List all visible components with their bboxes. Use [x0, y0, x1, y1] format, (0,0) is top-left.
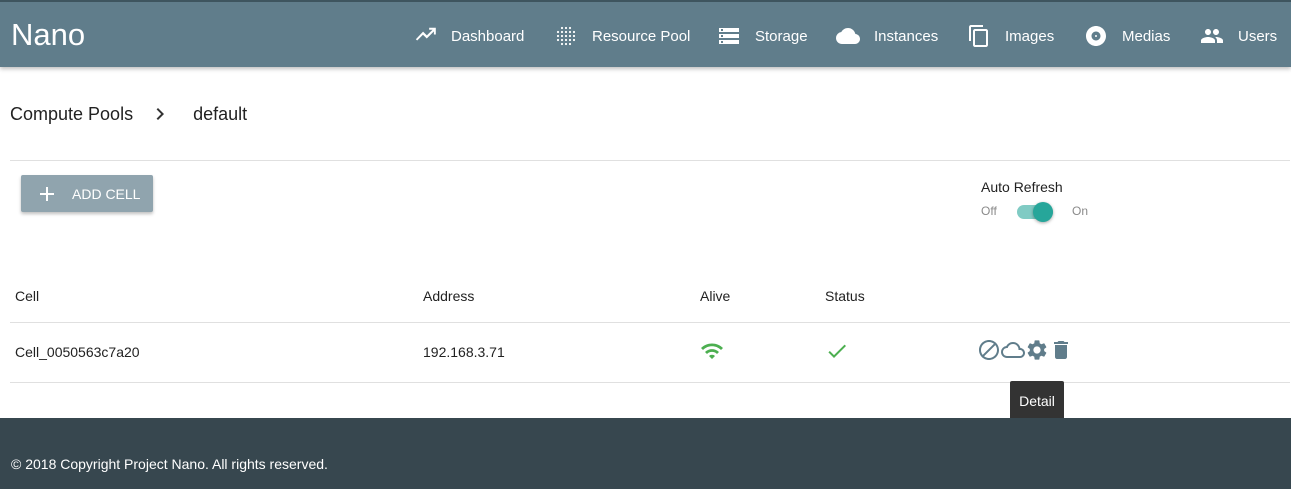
trash-icon[interactable]	[1049, 338, 1073, 362]
nav-label: Instances	[874, 27, 939, 45]
wifi-icon	[700, 339, 724, 363]
disable-icon[interactable]	[977, 338, 1001, 362]
auto-refresh-label: Auto Refresh	[981, 179, 1063, 195]
check-icon	[825, 339, 849, 363]
trending-icon	[413, 24, 437, 48]
switch-on-label: On	[1072, 204, 1089, 218]
nav-medias[interactable]: Medias	[1084, 22, 1170, 50]
storage-icon	[717, 24, 741, 48]
gear-icon[interactable]	[1025, 338, 1049, 362]
nav-dashboard[interactable]: Dashboard	[413, 22, 524, 50]
app-header: Nano Dashboard Resource Pool Storage Ins…	[0, 0, 1291, 67]
nav-label: Images	[1005, 27, 1055, 45]
cloud-icon	[836, 24, 860, 48]
app-brand[interactable]: Nano	[11, 17, 85, 53]
plus-icon	[35, 182, 59, 206]
chevron-right-icon	[148, 102, 172, 126]
nav-resource-pool[interactable]: Resource Pool	[554, 22, 690, 50]
nav-label: Resource Pool	[592, 27, 691, 45]
nav-label: Medias	[1122, 27, 1171, 45]
nav-users[interactable]: Users	[1200, 22, 1277, 50]
grid-dots-icon	[554, 24, 578, 48]
table-header-divider	[10, 322, 1290, 323]
detail-tooltip: Detail	[1010, 381, 1064, 420]
auto-refresh-toggle[interactable]	[1017, 201, 1057, 223]
nav-instances[interactable]: Instances	[836, 22, 938, 50]
nav-label: Storage	[755, 27, 808, 45]
cloud-outline-icon[interactable]	[1001, 338, 1025, 362]
page-footer: © 2018 Copyright Project Nano. All right…	[0, 418, 1291, 489]
add-cell-label: ADD CELL	[72, 185, 141, 202]
copy-icon	[967, 24, 991, 48]
people-icon	[1200, 24, 1224, 48]
add-cell-button[interactable]: ADD CELL	[21, 175, 153, 212]
table-row-divider	[10, 382, 1290, 383]
breadcrumb-current: default	[193, 103, 248, 124]
breadcrumb: Compute Pools default	[10, 102, 247, 126]
nav-label: Users	[1238, 27, 1278, 45]
section-divider	[10, 160, 1290, 161]
nav-storage[interactable]: Storage	[717, 22, 808, 50]
column-header-cell: Cell	[15, 288, 40, 304]
column-header-status: Status	[825, 288, 865, 304]
cell-name: Cell_0050563c7a20	[15, 344, 140, 360]
footer-copyright: © 2018 Copyright Project Nano. All right…	[11, 456, 328, 472]
toggle-thumb[interactable]	[1033, 202, 1053, 222]
column-header-alive: Alive	[700, 288, 731, 304]
nav-label: Dashboard	[451, 27, 525, 45]
cell-address: 192.168.3.71	[423, 344, 505, 360]
disc-icon	[1084, 24, 1108, 48]
switch-off-label: Off	[981, 204, 997, 218]
breadcrumb-root[interactable]: Compute Pools	[10, 104, 133, 125]
column-header-address: Address	[423, 288, 475, 304]
nav-images[interactable]: Images	[967, 22, 1054, 50]
